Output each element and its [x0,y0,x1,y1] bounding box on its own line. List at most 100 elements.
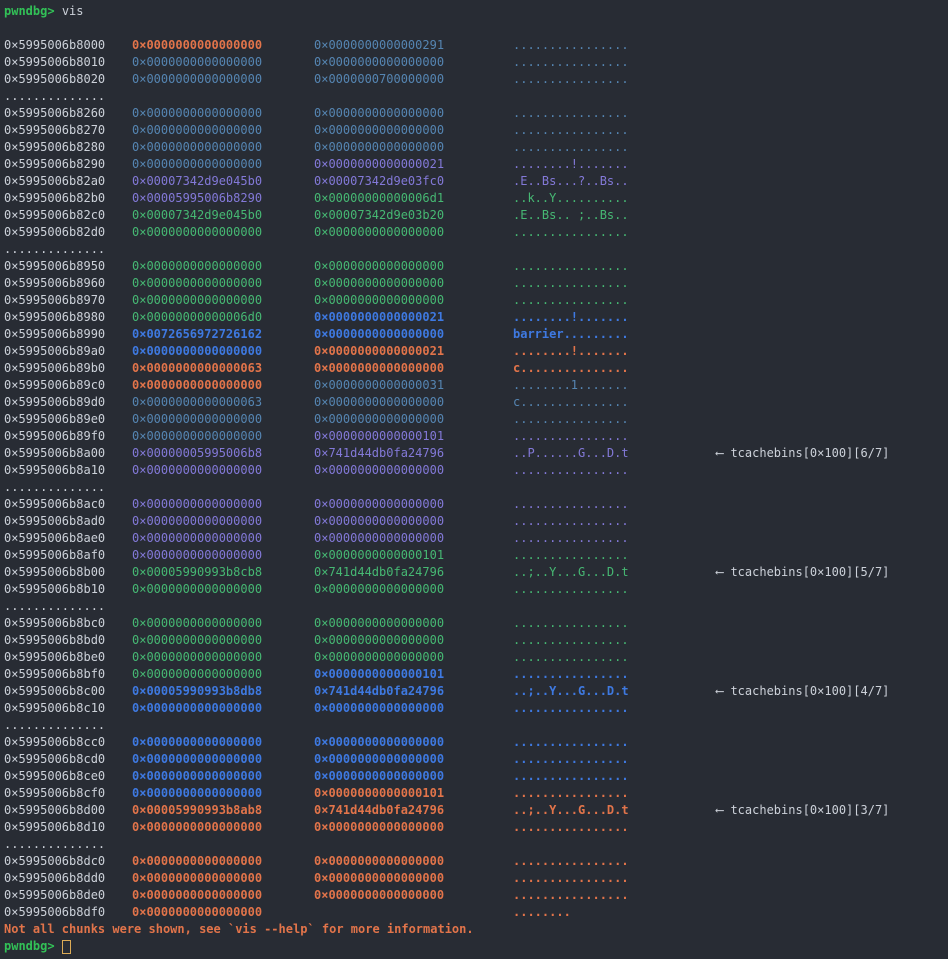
qword1-cell: 0×00000000000006d0 [132,309,314,326]
ascii-cell: ................ [513,462,716,479]
qword1-cell: 0×0000000000000000 [132,513,314,530]
address-cell: 0×5995006b8df0 [4,904,132,921]
ascii-cell: .E..Bs.. ;..Bs.. [513,207,716,224]
qword1-cell: 0×00005990993b8ab8 [132,802,314,819]
qword1-cell: 0×0000000000000000 [132,666,314,683]
address-cell: 0×5995006b8980 [4,309,132,326]
address-cell: 0×5995006b8af0 [4,547,132,564]
hexdump-row: 0×5995006b80100×00000000000000000×000000… [4,54,948,71]
ascii-cell: ................ [513,54,716,71]
address-cell: 0×5995006b8bc0 [4,615,132,632]
hexdump-row: 0×5995006b8a000×00000005995006b80×741d44… [4,445,948,462]
qword2-cell: 0×0000000000000000 [314,139,513,156]
qword1-cell: 0×0000000000000000 [132,377,314,394]
qword1-cell: 0×0000000000000000 [132,156,314,173]
hexdump-row: 0×5995006b89d00×00000000000000630×000000… [4,394,948,411]
qword2-cell: 0×0000000000000000 [314,530,513,547]
hexdump-row: 0×5995006b89900×00726569727261620×000000… [4,326,948,343]
hexdump-row: 0×5995006b8df00×0000000000000000........ [4,904,948,921]
tcachebin-annotation: ⟵ tcachebins[0×100][4/7] [716,683,889,700]
qword2-cell: 0×0000000000000000 [314,411,513,428]
hexdump-row: 0×5995006b82900×00000000000000000×000000… [4,156,948,173]
hexdump-row: 0×5995006b8cf00×00000000000000000×000000… [4,785,948,802]
qword1-cell: 0×0000000000000063 [132,394,314,411]
address-cell: 0×5995006b8950 [4,258,132,275]
qword2-cell: 0×741d44db0fa24796 [314,683,513,700]
qword2-cell: 0×741d44db0fa24796 [314,564,513,581]
ascii-cell: ................ [513,700,716,717]
qword1-cell: 0×00007342d9e045b0 [132,207,314,224]
ascii-cell: ........!....... [513,343,716,360]
qword2-cell: 0×0000000700000000 [314,71,513,88]
address-cell: 0×5995006b8d10 [4,819,132,836]
address-cell: 0×5995006b8260 [4,105,132,122]
qword2-cell: 0×0000000000000021 [314,309,513,326]
skipped-rows-ellipsis: .............. [4,241,948,258]
hexdump-row: 0×5995006b89800×00000000000006d00×000000… [4,309,948,326]
address-cell: 0×5995006b8cd0 [4,751,132,768]
qword2-cell: 0×0000000000000101 [314,666,513,683]
qword1-cell: 0×0000000000000000 [132,496,314,513]
ascii-cell: ................ [513,275,716,292]
hexdump-row: 0×5995006b8dc00×00000000000000000×000000… [4,853,948,870]
address-cell: 0×5995006b8960 [4,275,132,292]
qword1-cell: 0×0000000000000000 [132,649,314,666]
qword1-cell: 0×0000000000000000 [132,768,314,785]
ascii-cell: ........1....... [513,377,716,394]
qword1-cell: 0×0000000000000000 [132,581,314,598]
address-cell: 0×5995006b8270 [4,122,132,139]
qword2-cell: 0×0000000000000000 [314,819,513,836]
hexdump-row: 0×5995006b8c000×00005990993b8db80×741d44… [4,683,948,700]
qword2-cell: 0×0000000000000101 [314,428,513,445]
ascii-cell: ................ [513,751,716,768]
qword2-cell: 0×0000000000000291 [314,37,513,54]
hexdump-row: 0×5995006b8bd00×00000000000000000×000000… [4,632,948,649]
qword1-cell: 0×0000000000000000 [132,530,314,547]
qword1-cell: 0×00005995006b8290 [132,190,314,207]
address-cell: 0×5995006b8b00 [4,564,132,581]
hexdump-row: 0×5995006b89e00×00000000000000000×000000… [4,411,948,428]
hexdump-row: 0×5995006b8af00×00000000000000000×000000… [4,547,948,564]
address-cell: 0×5995006b89e0 [4,411,132,428]
qword1-cell: 0×0000000000000000 [132,734,314,751]
hexdump-row: 0×5995006b8bf00×00000000000000000×000000… [4,666,948,683]
hexdump-row: 0×5995006b8be00×00000000000000000×000000… [4,649,948,666]
ascii-cell: ..;..Y...G...D.t [513,802,716,819]
ascii-cell: ................ [513,819,716,836]
qword2-cell: 0×0000000000000000 [314,224,513,241]
ascii-cell: ................ [513,530,716,547]
qword1-cell: 0×00005990993b8cb8 [132,564,314,581]
ascii-cell: ................ [513,649,716,666]
address-cell: 0×5995006b82d0 [4,224,132,241]
ascii-cell: ........!....... [513,156,716,173]
address-cell: 0×5995006b8a10 [4,462,132,479]
terminal-screen[interactable]: pwndbg> vis 0×5995006b80000×000000000000… [0,0,948,955]
prompt-spacer [55,938,62,955]
qword1-cell: 0×0000000000000000 [132,411,314,428]
hexdump-row: 0×5995006b8b100×00000000000000000×000000… [4,581,948,598]
qword2-cell: 0×741d44db0fa24796 [314,445,513,462]
hexdump-row: 0×5995006b89c00×00000000000000000×000000… [4,377,948,394]
heap-hexdump: 0×5995006b80000×00000000000000000×000000… [4,37,948,921]
qword2-cell: 0×0000000000000000 [314,581,513,598]
qword1-cell: 0×0000000000000000 [132,700,314,717]
qword1-cell: 0×00007342d9e045b0 [132,173,314,190]
qword2-cell: 0×0000000000000000 [314,870,513,887]
address-cell: 0×5995006b89a0 [4,343,132,360]
ascii-cell: ........ [513,904,716,921]
ascii-cell: ................ [513,105,716,122]
address-cell: 0×5995006b8dc0 [4,853,132,870]
hexdump-row: 0×5995006b8cc00×00000000000000000×000000… [4,734,948,751]
ascii-cell: ................ [513,37,716,54]
address-cell: 0×5995006b82c0 [4,207,132,224]
qword1-cell: 0×0000000000000000 [132,37,314,54]
qword1-cell: 0×0000000000000000 [132,54,314,71]
qword1-cell: 0×0000000000000000 [132,224,314,241]
ascii-cell: ................ [513,122,716,139]
address-cell: 0×5995006b8ae0 [4,530,132,547]
qword1-cell: 0×0000000000000000 [132,785,314,802]
address-cell: 0×5995006b8ad0 [4,513,132,530]
qword2-cell: 0×0000000000000000 [314,105,513,122]
ascii-cell: ................ [513,411,716,428]
qword2-cell: 0×0000000000000000 [314,632,513,649]
